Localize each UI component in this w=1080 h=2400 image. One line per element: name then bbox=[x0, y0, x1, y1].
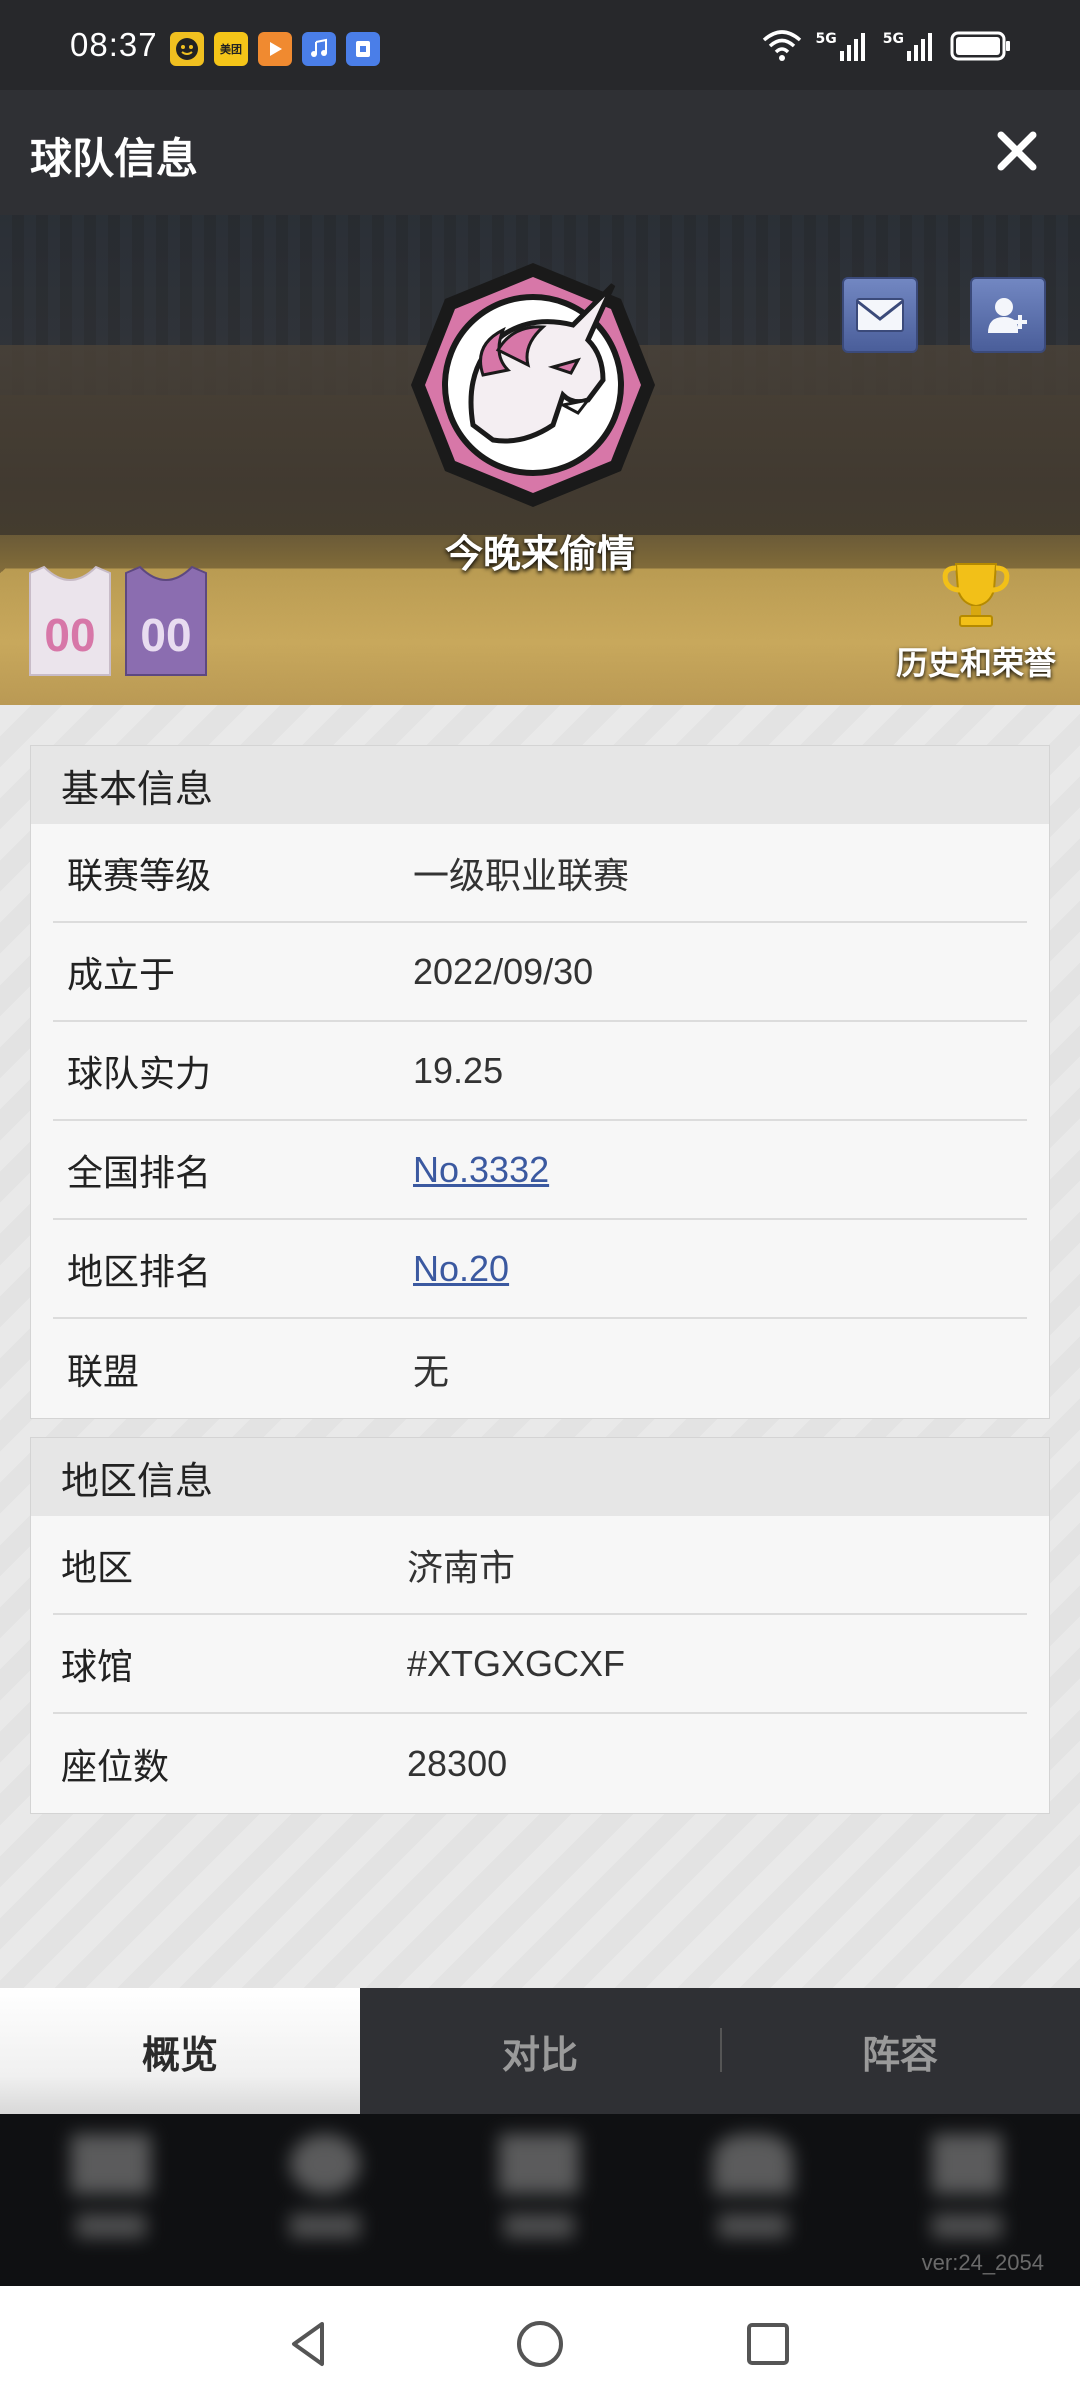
region-info-card: 地区信息 地区 济南市 球馆 #XTGXGCXF 座位数 28300 bbox=[30, 1437, 1050, 1814]
info-row-seats: 座位数 28300 bbox=[53, 1714, 1027, 1813]
meituan-app-label: 美团 bbox=[220, 43, 242, 56]
tab-label: 概览 bbox=[141, 2032, 218, 2077]
row-value: #XTGXGCXF bbox=[407, 1642, 626, 1684]
away-jersey-icon: 00 bbox=[125, 565, 207, 676]
team-banner: 今晚来偷情 00 00 历史和荣誉 bbox=[0, 215, 1080, 705]
info-row-league: 联赛等级 一级职业联赛 bbox=[53, 824, 1027, 923]
info-row-founded: 成立于 2022/09/30 bbox=[53, 923, 1027, 1022]
android-nav-bar bbox=[0, 2286, 1080, 2400]
version-label: ver:24_2054 bbox=[921, 2250, 1044, 2275]
row-label: 球队实力 bbox=[67, 1053, 212, 1095]
info-row-strength: 球队实力 19.25 bbox=[53, 1022, 1027, 1121]
blurred-game-nav: ver:24_2054 bbox=[0, 2114, 1080, 2286]
home-jersey-icon: 00 bbox=[29, 565, 111, 676]
blurred-nav-item bbox=[494, 2134, 584, 2264]
back-icon[interactable] bbox=[280, 2314, 340, 2374]
row-value: 28300 bbox=[407, 1742, 508, 1784]
info-row-national-rank: 全国排名 No.3332 bbox=[53, 1121, 1027, 1220]
home-icon[interactable] bbox=[510, 2314, 570, 2374]
message-button[interactable] bbox=[842, 277, 918, 353]
row-label: 联盟 bbox=[67, 1351, 140, 1393]
smiley-app-icon bbox=[170, 32, 204, 66]
status-time: 08:37 bbox=[70, 26, 158, 63]
recents-icon[interactable] bbox=[738, 2314, 798, 2374]
title-bar: 球队信息 bbox=[0, 90, 1080, 215]
tab-divider bbox=[720, 2028, 722, 2072]
trophy-icon bbox=[942, 563, 1010, 627]
blurred-nav-item bbox=[280, 2134, 370, 2264]
system-icons: 5G 5G bbox=[762, 30, 1012, 62]
row-value: 19.25 bbox=[413, 1049, 504, 1091]
row-value: 一级职业联赛 bbox=[413, 854, 630, 896]
content-area: 基本信息 联赛等级 一级职业联赛 成立于 2022/09/30 球队实力 19.… bbox=[0, 705, 1080, 1988]
shield-app-icon bbox=[346, 32, 380, 66]
row-label: 球馆 bbox=[61, 1646, 134, 1688]
history-honors-label: 历史和荣誉 bbox=[895, 644, 1056, 682]
blurred-nav-item bbox=[922, 2134, 1012, 2264]
status-bar: 08:37 美团 5G 5G bbox=[0, 0, 1080, 90]
meituan-app-icon: 美团 bbox=[214, 32, 248, 66]
row-label: 座位数 bbox=[61, 1746, 170, 1788]
basic-info-title: 基本信息 bbox=[31, 746, 1049, 824]
add-user-icon bbox=[988, 298, 1027, 333]
info-row-regional-rank: 地区排名 No.20 bbox=[53, 1220, 1027, 1319]
signal-icon bbox=[907, 33, 932, 61]
tab-bar: 概览 对比 阵容 bbox=[0, 1988, 1080, 2114]
network-label-1: 5G bbox=[815, 31, 837, 47]
wifi-icon bbox=[762, 30, 801, 61]
page-title: 球队信息 bbox=[30, 134, 199, 183]
national-rank-link[interactable]: No.3332 bbox=[413, 1149, 549, 1191]
row-label: 全国排名 bbox=[67, 1152, 212, 1194]
blurred-nav-item bbox=[708, 2134, 798, 2264]
video-app-icon bbox=[258, 32, 292, 66]
close-icon bbox=[997, 131, 1037, 171]
home-jersey-number: 00 bbox=[44, 609, 95, 661]
team-logo-icon bbox=[411, 263, 655, 507]
battery-icon bbox=[950, 31, 1010, 61]
notification-icons: 美团 bbox=[170, 32, 380, 66]
info-row-alliance: 联盟 无 bbox=[53, 1319, 1027, 1418]
signal-icon bbox=[839, 33, 865, 61]
tab-label: 阵容 bbox=[861, 2032, 938, 2077]
row-value: 2022/09/30 bbox=[413, 950, 594, 992]
regional-rank-link[interactable]: No.20 bbox=[413, 1248, 509, 1290]
away-jersey-number: 00 bbox=[140, 609, 191, 661]
info-row-region: 地区 济南市 bbox=[53, 1516, 1027, 1615]
add-friend-button[interactable] bbox=[970, 277, 1046, 353]
info-row-arena: 球馆 #XTGXGCXF bbox=[53, 1615, 1027, 1714]
close-button[interactable] bbox=[984, 118, 1050, 184]
tab-compare[interactable]: 对比 bbox=[360, 1988, 720, 2114]
basic-info-card: 基本信息 联赛等级 一级职业联赛 成立于 2022/09/30 球队实力 19.… bbox=[30, 745, 1050, 1419]
region-info-title: 地区信息 bbox=[31, 1438, 1049, 1516]
tab-roster[interactable]: 阵容 bbox=[720, 1988, 1080, 2114]
signal-5g-1: 5G bbox=[816, 31, 869, 61]
row-label: 联赛等级 bbox=[67, 855, 212, 897]
history-honors-button[interactable]: 历史和荣誉 bbox=[886, 560, 1066, 684]
tab-overview[interactable]: 概览 bbox=[0, 1988, 360, 2114]
music-app-icon bbox=[302, 32, 336, 66]
row-value: 无 bbox=[413, 1350, 450, 1392]
signal-5g-2: 5G bbox=[883, 31, 936, 61]
blurred-nav-item bbox=[66, 2134, 156, 2264]
mail-icon bbox=[856, 298, 904, 332]
row-label: 成立于 bbox=[67, 954, 176, 996]
row-label: 地区排名 bbox=[67, 1251, 212, 1293]
row-value: 济南市 bbox=[407, 1546, 516, 1588]
row-label: 地区 bbox=[61, 1547, 134, 1589]
network-label-2: 5G bbox=[882, 31, 904, 47]
tab-label: 对比 bbox=[501, 2032, 578, 2077]
